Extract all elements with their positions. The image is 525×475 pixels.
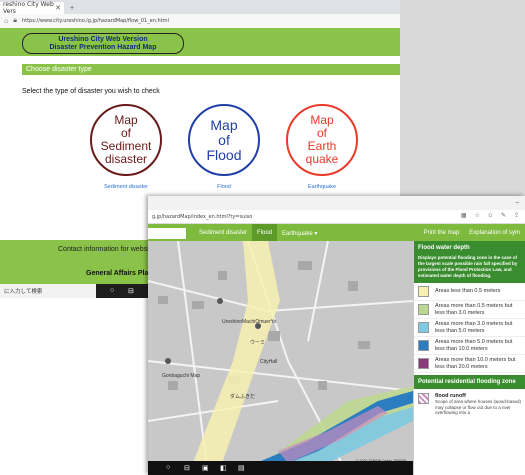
zone-title: Potential residential flooding zone [414, 375, 525, 389]
menu-sediment[interactable]: Sediment disaster [194, 224, 252, 242]
legend-title: Flood water depth [414, 241, 525, 255]
app-icon[interactable]: ▤ [238, 464, 245, 472]
circle-text: quake [305, 152, 339, 166]
map-label: ウーミ [250, 340, 266, 346]
earthquake-map-button[interactable]: Map of Earth quake [286, 104, 358, 176]
address-bar: ⌂ 🔒︎ https://www.city.ureshino.lg.jp/haz… [0, 14, 400, 29]
app-icon[interactable]: ▣ [202, 464, 209, 472]
minimize-icon[interactable]: – [516, 200, 519, 206]
flood-map-button[interactable]: Map of Flood [188, 104, 260, 176]
star-icon[interactable]: ☆ [475, 212, 480, 219]
contact-text: Contact information for website [58, 246, 155, 253]
legend-label: Areas more than 0.5 meters but less than… [435, 303, 513, 316]
swatch-green [418, 304, 429, 315]
hazard-map[interactable]: UreshinoMachiOmuerYo CityHall ウーミ Gonbag… [148, 241, 413, 475]
legend-description: Displays potential flooding zone in the … [414, 255, 525, 283]
swatch-hatched [418, 393, 429, 404]
print-map-button[interactable]: Print the map [419, 224, 465, 242]
url-text[interactable]: https://www.city.ureshino.lg.jp/hazardMa… [22, 18, 169, 24]
legend-row[interactable]: Areas less than 0.5 meters [414, 283, 525, 301]
tab-bar: reshino City Web Vers ✕ + [0, 0, 400, 15]
grid-icon[interactable]: ▦ [461, 212, 467, 219]
favorites-icon[interactable]: ✩ [488, 212, 493, 219]
map-menu-bar: Sediment disaster Flood Earthquake ▾ Pri… [148, 224, 525, 242]
browser-tab[interactable]: reshino City Web Vers ✕ [0, 1, 64, 15]
legend-row[interactable]: Areas more than 3.0 meters but less than… [414, 319, 525, 337]
map-canvas [148, 241, 413, 475]
site-title-line2: Disaster Prevention Hazard Map [49, 43, 157, 51]
close-icon[interactable]: ✕ [55, 4, 61, 12]
swatch-purple [418, 358, 429, 369]
front-browser-window: – g.jp/hazardMap/index_en.html?ty=suiso … [148, 196, 525, 475]
pen-icon[interactable]: ✎ [501, 212, 506, 219]
legend-row[interactable]: Areas more than 5.0 meters but less than… [414, 337, 525, 355]
section-heading: Choose disaster type [22, 64, 400, 75]
swatch-yellow [418, 286, 429, 297]
legend-label: Areas less than 0.5 meters [435, 288, 501, 295]
tab-title: reshino City Web Vers [3, 1, 54, 15]
app-icon[interactable]: ◧ [220, 464, 227, 472]
task-view-icon[interactable]: ⊟ [184, 464, 190, 472]
map-pin[interactable] [165, 358, 171, 364]
sediment-map-button[interactable]: Map of Sediment disaster [90, 104, 162, 176]
runoff-description: Scope of area where houses (wood-based) … [435, 399, 522, 415]
runoff-entry[interactable]: flood runoff Scope of area where houses … [414, 389, 525, 420]
earthquake-link[interactable]: Earthquake [277, 184, 367, 190]
legend-row[interactable]: Areas more than 0.5 meters but less than… [414, 301, 525, 319]
address-bar: g.jp/hazardMap/index_en.html?ty=suiso ▦ … [148, 210, 525, 224]
swatch-blue [418, 340, 429, 351]
search-icon[interactable]: ○ [110, 287, 114, 294]
site-title-badge[interactable]: Ureshino City Web Version Disaster Preve… [22, 33, 184, 54]
sediment-link[interactable]: Sediment disaster [81, 184, 171, 190]
site-header: Ureshino City Web Version Disaster Preve… [0, 28, 400, 56]
site-title-line1: Ureshino City Web Version [58, 35, 148, 43]
map-label: Gonbaguchi Map [162, 373, 201, 379]
circle-text: of [218, 131, 230, 148]
instruction-text: Select the type of disaster you wish to … [22, 88, 160, 95]
taskbar-search[interactable]: に入力して検索 [0, 284, 96, 298]
window-controls: – [148, 196, 525, 210]
legend-panel: Flood water depth Displays potential flo… [413, 241, 525, 475]
map-label: ダムふきだ [230, 394, 256, 400]
circle-text: Map [210, 116, 238, 133]
share-icon[interactable]: ⇪ [514, 212, 519, 219]
menu-earthquake[interactable]: Earthquake ▾ [277, 224, 322, 242]
legend-label: Areas more than 10.0 meters but less tha… [435, 357, 516, 370]
map-pin[interactable] [217, 298, 223, 304]
legend-row[interactable]: Areas more than 10.0 meters but less tha… [414, 355, 525, 373]
swatch-light-blue [418, 322, 429, 333]
circle-text: Flood [206, 146, 242, 163]
flood-link[interactable]: Flood [179, 184, 269, 190]
legend-label: Areas more than 5.0 meters but less than… [435, 339, 513, 352]
new-tab-icon[interactable]: + [70, 5, 74, 12]
taskbar: ○ ⊟ ▣ ◧ ▤ [148, 461, 413, 475]
map-label: CityHall [260, 359, 278, 365]
home-icon[interactable]: ⌂ [4, 18, 8, 25]
task-view-icon[interactable]: ⊟ [128, 287, 134, 295]
circle-text: disaster [104, 152, 148, 166]
map-label: UreshinoMachiOmuerYo [222, 319, 277, 325]
symbol-explanation-button[interactable]: Explanation of sym [464, 224, 525, 242]
search-input[interactable] [148, 227, 186, 239]
url-text[interactable]: g.jp/hazardMap/index_en.html?ty=suiso [152, 214, 252, 220]
lock-icon: 🔒︎ [13, 17, 17, 24]
search-icon[interactable]: ○ [166, 464, 170, 471]
menu-flood[interactable]: Flood [252, 224, 278, 242]
legend-label: Areas more than 3.0 meters but less than… [435, 321, 513, 334]
